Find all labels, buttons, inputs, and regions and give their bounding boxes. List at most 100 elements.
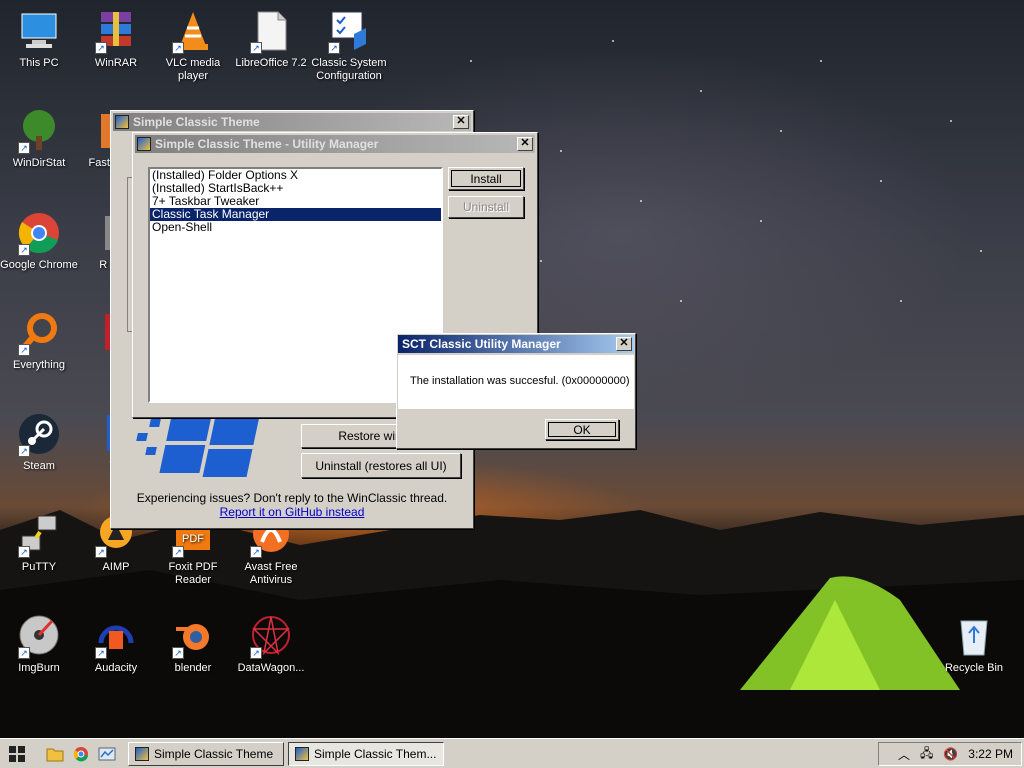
libreoffice-icon: ↗ xyxy=(248,8,294,54)
close-icon: ✕ xyxy=(520,137,530,149)
uninstall-button[interactable]: Uninstall xyxy=(448,196,524,218)
close-button[interactable]: ✕ xyxy=(517,137,533,151)
desktop-icon-putty[interactable]: ↗ PuTTY xyxy=(0,512,78,574)
desktop-icon-everything[interactable]: ↗ Everything xyxy=(0,310,78,372)
audacity-icon: ↗ xyxy=(93,613,139,659)
taskbar-button-label: Simple Classic Theme xyxy=(154,746,274,761)
close-icon: ✕ xyxy=(456,115,466,127)
volume-muted-icon[interactable]: 🔇 xyxy=(943,747,958,761)
shortcut-arrow-icon: ↗ xyxy=(18,244,30,256)
desktop-icon-recycle-bin[interactable]: Recycle Bin xyxy=(935,613,1013,675)
shortcut-arrow-icon: ↗ xyxy=(250,647,262,659)
shortcut-arrow-icon: ↗ xyxy=(18,445,30,457)
message-text: The installation was succesful. (0x00000… xyxy=(410,375,630,387)
desktop-icon-steam[interactable]: ↗ Steam xyxy=(0,411,78,473)
list-item[interactable]: Open-Shell xyxy=(150,221,441,234)
chrome-icon xyxy=(73,746,88,761)
chrome-quicklaunch[interactable] xyxy=(68,742,94,766)
dialog-title: SCT Classic Utility Manager xyxy=(402,337,561,351)
desktop-icon-label: Everything xyxy=(13,359,65,371)
desktop-icon-label: Foxit PDF Reader xyxy=(168,561,218,586)
message-box[interactable]: SCT Classic Utility Manager ✕ The instal… xyxy=(396,333,636,449)
vlc-icon: ↗ xyxy=(170,8,216,54)
desktop-icon-imgburn[interactable]: ↗ ImgBurn xyxy=(0,613,78,675)
desktop-icon-label: LibreOffice 7.2 xyxy=(235,57,307,69)
svg-text:PDF: PDF xyxy=(182,533,204,545)
putty-icon: ↗ xyxy=(16,512,62,558)
title-bar[interactable]: Simple Classic Theme ✕ xyxy=(113,113,471,131)
shortcut-arrow-icon: ↗ xyxy=(250,546,262,558)
close-button[interactable]: ✕ xyxy=(453,115,469,129)
everything-search-icon: ↗ xyxy=(16,310,62,356)
desktop-icon-windirstat[interactable]: ↗ WinDirStat xyxy=(0,108,78,170)
title-bar[interactable]: SCT Classic Utility Manager ✕ xyxy=(398,335,634,353)
system-tray: ︿ 🖧 🔇 3:22 PM xyxy=(878,742,1022,766)
desktop-icon-winrar[interactable]: ↗ WinRAR xyxy=(77,8,155,70)
clock[interactable]: 3:22 PM xyxy=(968,747,1013,761)
desktop-icon-label: VLC media player xyxy=(165,57,221,82)
desktop-icon-vlc[interactable]: ↗ VLC media player xyxy=(154,8,232,83)
install-label: Install xyxy=(470,171,502,186)
github-link[interactable]: Report it on GitHub instead xyxy=(111,505,473,519)
app-icon xyxy=(135,746,149,761)
desktop-icon-datawagon[interactable]: ↗ DataWagon... xyxy=(232,613,310,675)
chart-monitor-icon xyxy=(98,747,116,760)
folder-icon xyxy=(46,748,64,761)
windows-logo-icon xyxy=(136,413,260,477)
chevron-up-icon[interactable]: ︿ xyxy=(898,746,910,763)
app-icon xyxy=(115,115,129,129)
steam-icon: ↗ xyxy=(16,411,62,457)
taskbar-button-simple-classic-theme[interactable]: Simple Classic Theme xyxy=(128,741,284,766)
uninstall-restore-ui-button[interactable]: Uninstall (restores all UI) xyxy=(301,453,461,478)
winrar-icon: ↗ xyxy=(93,8,139,54)
desktop-icon-label: WinDirStat xyxy=(12,157,66,169)
desktop-icon-label: Audacity xyxy=(94,662,138,674)
taskbar: Simple Classic Theme Simple Classic Them… xyxy=(0,738,1024,768)
close-icon: ✕ xyxy=(619,337,629,349)
issues-text: Experiencing issues? Don't reply to the … xyxy=(136,491,448,505)
uninstall-label: Uninstall xyxy=(462,200,510,214)
windirstat-icon: ↗ xyxy=(16,108,62,154)
app-icon xyxy=(295,746,309,761)
windows-start-icon xyxy=(9,745,25,762)
datawagon-icon: ↗ xyxy=(248,613,294,659)
desktop-icon-label: WinRAR xyxy=(94,57,138,69)
shortcut-arrow-icon: ↗ xyxy=(95,42,107,54)
shortcut-arrow-icon: ↗ xyxy=(18,344,30,356)
system-config-icon: ↗ xyxy=(326,8,372,54)
window-title: Simple Classic Theme - Utility Manager xyxy=(155,137,379,151)
title-bar[interactable]: Simple Classic Theme - Utility Manager ✕ xyxy=(135,135,535,153)
recycle-bin-icon xyxy=(951,613,997,659)
desktop-icon-audacity[interactable]: ↗ Audacity xyxy=(77,613,155,675)
desktop-icon-google-chrome[interactable]: ↗ Google Chrome xyxy=(0,210,78,272)
desktop-icon-label: Google Chrome xyxy=(0,259,78,271)
install-button[interactable]: Install xyxy=(448,167,524,190)
taskbar-button-label: Simple Classic Them... xyxy=(314,746,437,761)
disc-icon: ↗ xyxy=(16,613,62,659)
ok-label: OK xyxy=(573,422,591,437)
uninstall-label: Uninstall (restores all UI) xyxy=(315,458,447,473)
desktop-icon-this-pc[interactable]: This PC xyxy=(0,8,78,70)
desktop-icon-blender[interactable]: ↗ blender xyxy=(154,613,232,675)
desktop-icon-label: Avast Free Antivirus xyxy=(244,561,298,586)
desktop-icon-label: Classic System Configuration xyxy=(311,57,387,82)
network-icon[interactable]: 🖧 xyxy=(920,744,933,765)
shortcut-arrow-icon: ↗ xyxy=(18,142,30,154)
start-button[interactable] xyxy=(4,742,30,766)
close-button[interactable]: ✕ xyxy=(616,337,632,351)
ok-button[interactable]: OK xyxy=(545,419,619,440)
desktop-icon-label: ImgBurn xyxy=(18,662,60,674)
desktop-icon-label: AIMP xyxy=(102,561,130,573)
desktop-icon-label: Recycle Bin xyxy=(944,662,1004,674)
shortcut-arrow-icon: ↗ xyxy=(172,647,184,659)
blender-icon: ↗ xyxy=(170,613,216,659)
shortcut-arrow-icon: ↗ xyxy=(18,647,30,659)
taskbar-button-utility-manager[interactable]: Simple Classic Them... xyxy=(288,741,444,766)
desktop-icon-libreoffice[interactable]: ↗ LibreOffice 7.2 xyxy=(232,8,310,70)
desktop-icon-label: PuTTY xyxy=(21,561,57,573)
file-explorer-quicklaunch[interactable] xyxy=(42,742,68,766)
performance-monitor-quicklaunch[interactable] xyxy=(94,742,120,766)
shortcut-arrow-icon: ↗ xyxy=(95,546,107,558)
computer-icon xyxy=(16,8,62,54)
desktop-icon-classic-system-configuration[interactable]: ↗ Classic System Configuration xyxy=(310,8,388,83)
